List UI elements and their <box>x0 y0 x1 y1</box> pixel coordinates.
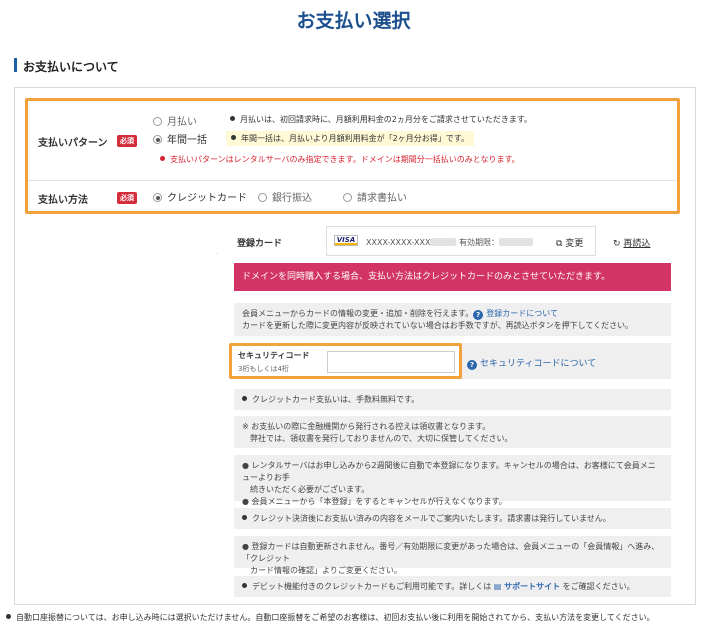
security-code-label: セキュリティコード <box>238 351 310 360</box>
row-divider <box>28 180 677 181</box>
section-title: お支払いについて <box>23 60 119 74</box>
note-registration-line1: ● レンタルサーバはお申し込みから2週間後に自動で本登録になります。キャンセルの… <box>242 461 656 482</box>
bullet-icon <box>230 116 235 121</box>
support-site-link[interactable]: ▤ サポートサイト <box>494 582 560 591</box>
bottom-note: 自動口座振替については、お申し込み時には選択いただけません。自動口座振替をご希望… <box>6 612 698 623</box>
question-icon: ? <box>473 310 484 320</box>
radio-credit-card[interactable]: クレジットカード <box>153 189 247 204</box>
note-registration-line2: 続きいただく必要がございます。 <box>242 485 370 494</box>
debit-text1: デビット機能付きのクレジットカードもご利用可能です。詳しくは <box>252 582 492 591</box>
expiry-label: 有効期限： <box>459 238 500 247</box>
change-icon: ⧉ <box>556 239 563 249</box>
card-number: XXXX-XXXX-XXX 有効期限： <box>366 237 534 248</box>
note-email-text: クレジット決済後にお支払い済みの内容をメールでご案内いたします。請求書は発行して… <box>252 514 611 523</box>
registered-card-label: 登録カード <box>237 239 283 249</box>
required-badge: 必須 <box>117 135 137 147</box>
radio-selected-icon[interactable] <box>153 135 162 144</box>
card-info-line1: 会員メニューからカードの情報の変更・追加・削除を行えます。? 登録カードについて <box>242 308 663 320</box>
bullet-icon <box>242 396 247 401</box>
domain-notice: ドメインを同時購入する場合、支払い方法はクレジットカードのみとさせていただきます… <box>234 263 671 291</box>
card-number-text: XXXX-XXXX-XXX <box>366 238 431 247</box>
security-code-input[interactable] <box>327 351 455 373</box>
bullet-icon <box>231 135 236 140</box>
question-icon: ? <box>467 360 477 370</box>
radio-icon[interactable] <box>153 117 162 126</box>
radio-monthly-label: 月払い <box>167 117 197 128</box>
note-receipt-line1: ※ お支払いの際に金融機関から発行される控えは領収書となります。 <box>242 422 491 431</box>
card-info-link[interactable]: 登録カードについて <box>486 309 558 318</box>
bullet-icon <box>242 515 247 520</box>
security-code-hint: 3桁もしくは4桁 <box>238 365 289 373</box>
note-receipt-line2: 弊社では、領収書を発行しておりませんので、大切に保管してください。 <box>242 434 513 443</box>
note-registration-line3: ● 会員メニューから「本登録」をするとキャンセルが行えなくなります。 <box>242 497 507 506</box>
section-bar <box>14 58 17 72</box>
reload-label: 再読込 <box>623 239 651 249</box>
note-renewal-line1: ● 登録カードは自動更新されません。番号／有効期限に変更があった場合は、会員メニ… <box>242 542 660 563</box>
bullet-icon <box>6 614 11 619</box>
card-info-line2: カードを更新した際に変更内容が反映されていない場合はお手数ですが、再読込ボタンを… <box>242 321 634 330</box>
required-badge: 必須 <box>117 192 137 204</box>
separator-dot: . <box>216 249 218 256</box>
security-code-help[interactable]: ? セキュリティコードについて <box>467 356 596 370</box>
note-registration: ● レンタルサーバはお申し込みから2週間後に自動で本登録になります。キャンセルの… <box>234 455 671 506</box>
radio-invoice[interactable]: 請求書払い <box>343 189 407 204</box>
annual-note-text: 年間一括は、月払いより月額利用料金が「2ヶ月分お得」です。 <box>241 134 469 143</box>
bullet-icon <box>242 583 247 588</box>
radio-icon[interactable] <box>258 193 267 202</box>
pattern-warning-text: 支払いパターンはレンタルサーバのみ指定できます。ドメインは期間分一括払いのみとな… <box>170 155 520 164</box>
annual-note: 年間一括は、月払いより月額利用料金が「2ヶ月分お得」です。 <box>226 131 474 146</box>
visa-icon: VISA <box>334 235 358 246</box>
support-site-label: サポートサイト <box>504 582 561 591</box>
support-site-icon: ▤ <box>493 582 502 591</box>
page-title: お支払い選択 <box>296 10 411 32</box>
masked-digits <box>430 238 457 246</box>
radio-annual-label: 年間一括 <box>167 135 207 146</box>
radio-annual[interactable]: 年間一括 <box>153 131 207 146</box>
card-info-text: 会員メニューからカードの情報の変更・追加・削除を行えます。 <box>242 309 474 318</box>
change-card-button[interactable]: ⧉ 変更 <box>556 236 583 249</box>
pattern-warning: 支払いパターンはレンタルサーバのみ指定できます。ドメインは期間分一括払いのみとな… <box>160 154 520 165</box>
radio-monthly[interactable]: 月払い <box>153 113 197 128</box>
debit-text2: をご確認ください。 <box>562 582 635 591</box>
radio-bank-transfer[interactable]: 銀行振込 <box>258 189 312 204</box>
radio-invoice-label: 請求書払い <box>357 193 407 204</box>
payment-method-label: 支払い方法 <box>38 195 88 206</box>
radio-selected-icon[interactable] <box>153 193 162 202</box>
reload-button[interactable]: ↻ 再読込 <box>613 236 650 249</box>
masked-expiry <box>499 238 534 246</box>
bottom-note-text: 自動口座振替については、お申し込み時には選択いただけません。自動口座振替をご希望… <box>16 613 655 622</box>
note-debit: デビット機能付きのクレジットカードもご利用可能です。詳しくは ▤ サポートサイト… <box>234 576 671 597</box>
note-card-renewal: ● 登録カードは自動更新されません。番号／有効期限に変更があった場合は、会員メニ… <box>234 536 671 575</box>
note-fee-text: クレジットカード支払いは、手数料無料です。 <box>252 395 420 404</box>
monthly-note-text: 月払いは、初回請求時に、月額利用料金の2ヵ月分をご請求させていただきます。 <box>240 115 533 124</box>
payment-pattern-label: 支払いパターン <box>38 138 108 149</box>
note-fee: クレジットカード支払いは、手数料無料です。 <box>234 389 671 410</box>
radio-icon[interactable] <box>343 193 352 202</box>
security-code-help-link[interactable]: セキュリティコードについて <box>480 359 596 369</box>
bullet-icon <box>160 156 165 161</box>
note-receipt: ※ お支払いの際に金融機関から発行される控えは領収書となります。 弊社では、領収… <box>234 416 671 448</box>
card-info-box: 会員メニューからカードの情報の変更・追加・削除を行えます。? 登録カードについて … <box>234 303 671 336</box>
radio-credit-card-label: クレジットカード <box>167 193 247 204</box>
monthly-note: 月払いは、初回請求時に、月額利用料金の2ヵ月分をご請求させていただきます。 <box>230 114 532 125</box>
reload-icon: ↻ <box>613 239 621 249</box>
radio-bank-transfer-label: 銀行振込 <box>272 193 312 204</box>
note-email: クレジット決済後にお支払い済みの内容をメールでご案内いたします。請求書は発行して… <box>234 508 671 529</box>
change-card-label: 変更 <box>565 239 584 249</box>
